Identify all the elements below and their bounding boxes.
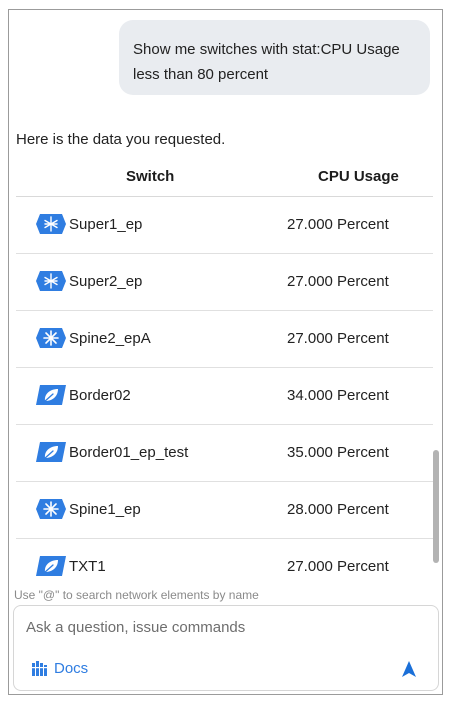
spine-icon	[36, 328, 66, 348]
scrollbar-thumb[interactable]	[433, 450, 439, 563]
leaf-icon	[36, 442, 66, 462]
cpu-usage-value: 34.000 Percent	[287, 387, 389, 404]
cpu-usage-value: 27.000 Percent	[287, 330, 389, 347]
cpu-usage-value: 27.000 Percent	[287, 216, 389, 233]
column-header-cpu-usage: CPU Usage	[318, 168, 399, 185]
table-row[interactable]: Border02 34.000 Percent	[16, 368, 433, 425]
switch-name[interactable]: Spine1_ep	[69, 501, 141, 518]
chat-panel: Show me switches with stat:CPU Usage les…	[8, 9, 443, 695]
switch-name[interactable]: Border02	[69, 387, 131, 404]
superspine-icon	[36, 271, 66, 291]
table-row[interactable]: Spine2_epA 27.000 Percent	[16, 311, 433, 368]
table-row[interactable]: Super2_ep 27.000 Percent	[16, 254, 433, 311]
cpu-usage-value: 27.000 Percent	[287, 558, 389, 575]
scrollbar[interactable]	[433, 450, 439, 565]
assistant-intro-text: Here is the data you requested.	[16, 131, 226, 148]
send-icon[interactable]	[400, 660, 418, 678]
switch-name[interactable]: TXT1	[69, 558, 106, 575]
superspine-icon	[36, 214, 66, 234]
leaf-icon	[36, 385, 66, 405]
composer-box: Docs	[13, 605, 439, 691]
table-row[interactable]: Border01_ep_test 35.000 Percent	[16, 425, 433, 482]
column-header-switch: Switch	[126, 168, 175, 185]
books-icon	[32, 660, 47, 676]
cpu-usage-value: 28.000 Percent	[287, 501, 389, 518]
switch-name[interactable]: Border01_ep_test	[69, 444, 188, 461]
question-input[interactable]	[26, 616, 386, 638]
docs-label: Docs	[54, 659, 89, 677]
search-hint-text: Use "@" to search network elements by na…	[14, 588, 259, 602]
docs-button[interactable]: Docs	[32, 658, 88, 678]
cpu-usage-value: 35.000 Percent	[287, 444, 389, 461]
table-row[interactable]: Super1_ep 27.000 Percent	[16, 197, 433, 254]
user-message-text: Show me switches with stat:CPU Usage les…	[133, 41, 400, 83]
table-header: Switch CPU Usage	[16, 162, 433, 197]
table-row[interactable]: Spine1_ep 28.000 Percent	[16, 482, 433, 539]
cpu-usage-value: 27.000 Percent	[287, 273, 389, 290]
spine-icon	[36, 499, 66, 519]
switch-name[interactable]: Super1_ep	[69, 216, 142, 233]
switch-name[interactable]: Spine2_epA	[69, 330, 151, 347]
leaf-icon	[36, 556, 66, 576]
user-message-bubble: Show me switches with stat:CPU Usage les…	[119, 20, 430, 95]
table-row[interactable]: TXT1 27.000 Percent	[16, 539, 433, 577]
switch-name[interactable]: Super2_ep	[69, 273, 142, 290]
switch-table-body[interactable]: Super1_ep 27.000 Percent Super2_ep 27.00…	[16, 197, 433, 577]
